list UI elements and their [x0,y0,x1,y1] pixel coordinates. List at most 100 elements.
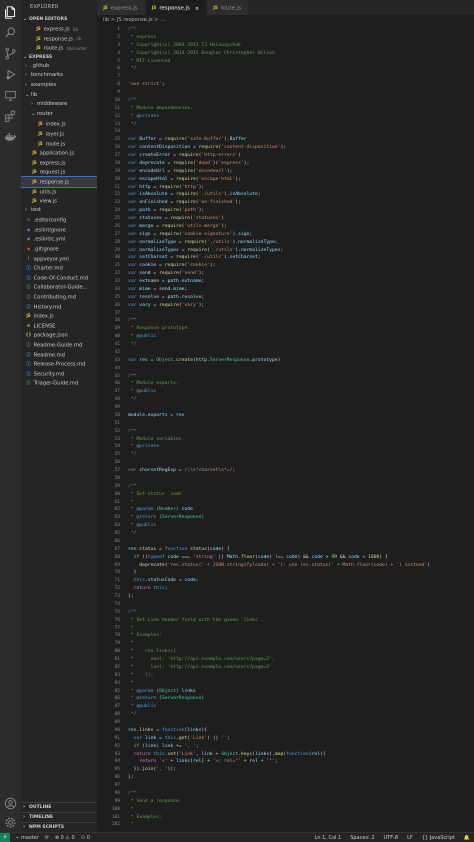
ports-indicator[interactable]: ⚇ 0 [81,835,90,841]
tree-folder[interactable]: › test [21,206,97,216]
end-of-line[interactable]: LF [407,835,413,841]
code-line[interactable]: * @private [128,443,474,451]
encoding[interactable]: UTF-8 [384,835,399,841]
code-line[interactable]: * express [128,34,474,42]
code-line[interactable]: * next: 'http://api.example.com/users?pa… [128,656,474,664]
workspace-header[interactable]: ⌄ EXPRESS [21,53,97,62]
tree-file[interactable]: ⚙ .editorconfig [21,215,97,225]
tree-file[interactable]: ◉ .eslintrc.yml [21,234,97,244]
tree-file[interactable]: JS response.js [21,175,97,188]
code-content[interactable]: /*! * express * Copyright(c) 2009-2013 T… [128,26,474,829]
tree-file[interactable]: ◉ .eslintignore [21,225,97,235]
code-line[interactable]: * @public [128,522,474,530]
sync-icon[interactable]: ⟳ [45,835,49,841]
code-line[interactable]: var http = require('http'); [128,184,474,192]
code-line[interactable]: var createError = require('http-errors') [128,152,474,160]
code-line[interactable]: * [128,499,474,507]
code-line[interactable]: var resolve = path.resolve; [128,294,474,302]
code-line[interactable]: * @return {ServerResponse} [128,514,474,522]
tree-file[interactable]: ⓘ Readme-Guide.md [21,340,97,350]
code-line[interactable]: }; [128,774,474,782]
code-line[interactable]: this.statusCode = code; [128,577,474,585]
run-debug-icon[interactable] [3,67,18,82]
code-line[interactable]: * [128,806,474,814]
search-icon[interactable] [3,25,18,40]
code-line[interactable]: */ [128,121,474,129]
branch-name[interactable]: master [21,835,39,841]
code-line[interactable] [128,404,474,412]
code-line[interactable]: */ [128,341,474,349]
code-line[interactable]: * Module exports. [128,380,474,388]
code-line[interactable] [128,538,474,546]
code-line[interactable]: var deprecate = require('depd')('express… [128,160,474,168]
code-line[interactable]: var setCharset = require('./utils').setC… [128,254,474,262]
code-line[interactable]: return this.set('Link', link + Object.ke… [128,751,474,759]
code-line[interactable]: */ [128,711,474,719]
panel-section-npm-scripts[interactable]: › NPM SCRIPTS [21,822,97,832]
code-line[interactable]: var mime = send.mime; [128,286,474,294]
code-line[interactable]: var normalizeTypes = require('./utils').… [128,247,474,255]
panel-section-timeline[interactable]: › TIMELINE [21,812,97,822]
code-line[interactable]: res.status = function status(code) { [128,546,474,554]
panel-section-outline[interactable]: › OUTLINE [21,802,97,812]
tree-file[interactable]: JS route.js [21,139,97,149]
docker-icon[interactable] [3,130,18,145]
code-line[interactable]: * Set Link header field with the given `… [128,617,474,625]
code-line[interactable]: /** [128,483,474,491]
code-line[interactable]: var res = Object.create(http.ServerRespo… [128,357,474,365]
code-line[interactable]: */ [128,530,474,538]
code-line[interactable]: /*! [128,26,474,34]
code-line[interactable]: * @private [128,113,474,121]
tree-file[interactable]: ⓘ Triager-Guide.md [21,378,97,388]
remote-explorer-icon[interactable] [3,88,18,103]
tree-file[interactable]: JS index.js [21,311,97,321]
code-line[interactable] [128,89,474,97]
code-line[interactable]: if ((typeof code === 'string' || Math.fl… [128,554,474,562]
code-line[interactable]: */ [128,396,474,404]
tree-file[interactable]: ⓘ Release-Process.md [21,359,97,369]
code-line[interactable]: if (link) link += ', '; [128,743,474,751]
code-line[interactable]: res.links = function(links){ [128,727,474,735]
code-line[interactable]: var isAbsolute = require('./utils').isAb… [128,191,474,199]
code-line[interactable]: var vary = require('vary'); [128,302,474,310]
code-line[interactable]: 'use strict'; [128,81,474,89]
notifications-bell-icon[interactable]: 🔔 [464,835,470,841]
code-line[interactable] [128,601,474,609]
indentation[interactable]: Spaces: 2 [350,835,374,841]
code-line[interactable]: * Module dependencies. [128,105,474,113]
code-line[interactable]: * @param {Number} code [128,506,474,514]
tab-route-js[interactable]: JS route.js [207,0,250,15]
tree-file[interactable]: ◆ .gitignore [21,244,97,254]
code-line[interactable]: var normalizeType = require('./utils').n… [128,239,474,247]
code-line[interactable]: * @public [128,388,474,396]
cursor-position[interactable]: Ln 1, Col 1 [315,835,342,841]
code-line[interactable]: var cookie = require('cookie'); [128,262,474,270]
tree-folder[interactable]: › .github [21,62,97,72]
tree-folder[interactable]: ⌄ lib [21,91,97,101]
account-icon[interactable] [3,796,18,811]
code-line[interactable]: /** [128,790,474,798]
code-line[interactable]: * Response prototype. [128,325,474,333]
code-line[interactable]: var Buffer = require('safe-buffer').Buff… [128,136,474,144]
code-line[interactable]: module.exports = res [128,412,474,420]
code-line[interactable]: /** [128,97,474,105]
code-line[interactable]: * last: 'http://api.example.com/users?pa… [128,664,474,672]
code-line[interactable]: */ [128,65,474,73]
code-line[interactable]: /** [128,428,474,436]
code-line[interactable]: var sign = require('cookie-signature').s… [128,231,474,239]
code-line[interactable] [128,782,474,790]
code-line[interactable] [128,310,474,318]
tree-file[interactable]: ⓘ Collaborator-Guide... [21,282,97,292]
code-line[interactable]: * [128,640,474,648]
tree-file[interactable]: JS index.js [21,119,97,129]
tree-file[interactable]: {} package.json [21,330,97,340]
code-line[interactable]: /** [128,317,474,325]
code-line[interactable]: var encodeUrl = require('encodeurl'); [128,168,474,176]
code-line[interactable]: * @public [128,703,474,711]
code-line[interactable]: return this; [128,585,474,593]
source-control-icon[interactable] [3,46,18,61]
code-line[interactable] [128,719,474,727]
code-line[interactable]: var merge = require('utils-merge'); [128,223,474,231]
tab-response-js[interactable]: JS response.js × [145,0,208,15]
remote-indicator-icon[interactable]: ⚡ [0,832,10,842]
